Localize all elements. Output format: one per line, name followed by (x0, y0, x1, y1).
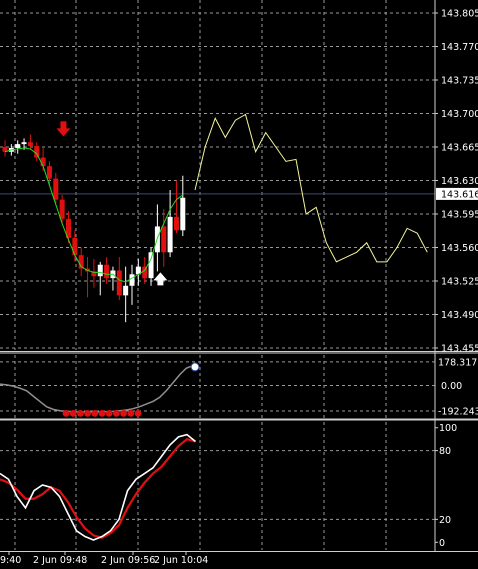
price-tick-label: 143.665 (441, 143, 478, 154)
bear-candle[interactable] (161, 226, 167, 253)
stochastic-tick-label: 0 (439, 538, 445, 549)
cci-signal-dot (134, 409, 142, 417)
bull-candle[interactable] (21, 142, 27, 145)
bull-candle[interactable] (15, 144, 21, 148)
chart: 143.616 143.805 143.770 143.735 143.700 143.… (0, 0, 478, 569)
price-tick-label: 143.805 (441, 9, 478, 20)
bear-candle[interactable] (27, 142, 33, 147)
chart-background (0, 0, 478, 569)
price-tick-label: 143.490 (441, 310, 478, 321)
bear-candle[interactable] (173, 216, 179, 231)
price-tick-label: 143.455 (441, 344, 478, 355)
stochastic-tick-label: 100 (439, 423, 457, 434)
price-tick-label: 143.525 (441, 277, 478, 288)
bear-candle[interactable] (116, 270, 122, 296)
bear-candle[interactable] (142, 266, 148, 279)
bull-candle[interactable] (97, 264, 103, 277)
price-tick-label: 143.595 (441, 210, 478, 221)
price-tick-label: 143.735 (441, 76, 478, 87)
bull-candle[interactable] (129, 274, 135, 286)
cci-level-label: 0.00 (441, 381, 462, 392)
cci-signal-dot (105, 409, 113, 417)
bear-candle[interactable] (72, 237, 78, 256)
cci-signal-dot (127, 409, 135, 417)
bull-candle[interactable] (123, 285, 129, 296)
time-tick-label: 2 Jun 10:04 (154, 555, 208, 566)
time-tick-label: 9:40 (0, 555, 21, 566)
bull-candle[interactable] (148, 252, 154, 279)
bear-candle[interactable] (53, 178, 59, 200)
bull-candle[interactable] (180, 197, 186, 231)
price-tick-label: 143.770 (441, 42, 478, 53)
bear-candle[interactable] (59, 199, 65, 219)
time-tick-label: 2 Jun 09:56 (101, 555, 155, 566)
price-tick-label: 143.700 (441, 109, 478, 120)
cci-level-label: 178.3173 (438, 357, 478, 368)
cci-level-label: -192.2431 (438, 406, 478, 417)
bull-candle[interactable] (167, 216, 173, 253)
cci-signal-dot (120, 409, 127, 417)
stochastic-tick-label: 20 (439, 515, 451, 526)
bear-candle[interactable] (46, 166, 52, 179)
bear-candle[interactable] (104, 264, 110, 279)
price-tick-label: 143.630 (441, 176, 478, 187)
price-tick-label: 143.560 (441, 243, 478, 254)
current-price-label: 143.616 (441, 189, 478, 200)
time-tick-label: 2 Jun 09:48 (33, 555, 87, 566)
cci-signal-dot (113, 409, 120, 417)
cci-signal-dot (84, 409, 91, 417)
cci-signal-dot (77, 409, 84, 417)
stochastic-tick-label: 80 (439, 446, 451, 457)
cci-signal-dot (62, 409, 70, 417)
cci-signal-dot (91, 409, 99, 417)
cci-current-dot (190, 362, 200, 372)
cci-signal-dot (69, 409, 77, 417)
cci-signal-dot (98, 409, 106, 417)
